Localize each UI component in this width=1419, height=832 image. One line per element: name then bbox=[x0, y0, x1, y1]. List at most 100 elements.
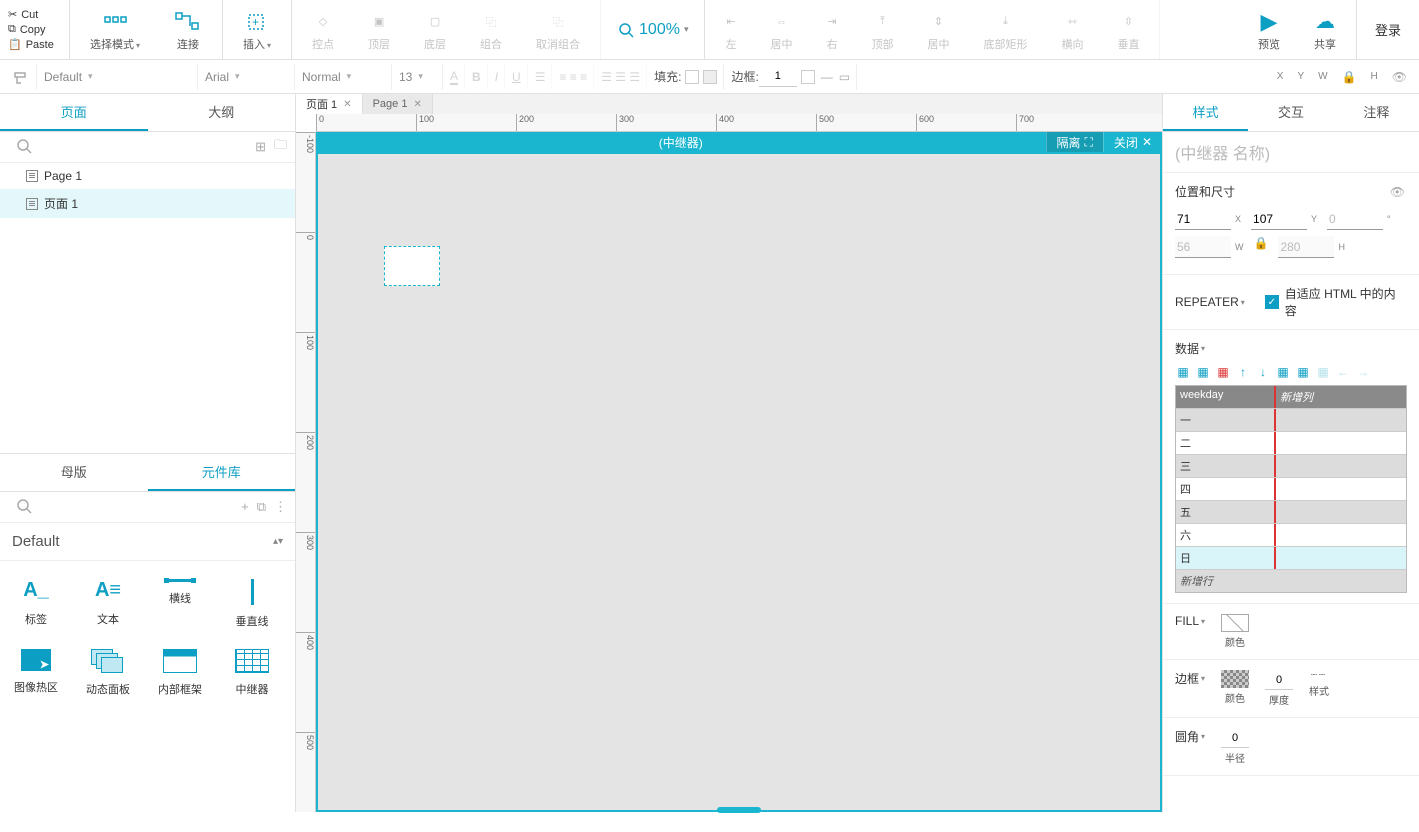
isolate-button[interactable]: 隔离 ⛶ bbox=[1046, 132, 1103, 152]
widget-grid[interactable]: 中继器 bbox=[216, 639, 288, 707]
lib-menu-button[interactable]: ⧉ bbox=[257, 499, 266, 515]
repeater-header[interactable]: REPEATER bbox=[1175, 295, 1245, 309]
data-add-col2-icon[interactable]: ▦ bbox=[1195, 365, 1211, 379]
border-header[interactable]: 边框 bbox=[1175, 670, 1205, 687]
connect-button[interactable]: 连接 bbox=[162, 4, 214, 56]
col-header-add[interactable]: 新增列 bbox=[1276, 386, 1406, 408]
pages-search-input[interactable] bbox=[34, 136, 247, 158]
left-sidebar: 页面 大纲 ⊞ 🗀 Page 1页面 1 母版 元件库 + ⧉ ⋮ bbox=[0, 94, 296, 812]
tab-masters[interactable]: 母版 bbox=[0, 454, 148, 491]
data-up-icon[interactable]: ↑ bbox=[1235, 365, 1251, 379]
lib-header[interactable]: Default▴▾ bbox=[0, 523, 295, 561]
fill-color2-button[interactable] bbox=[703, 70, 717, 84]
paste-button[interactable]: 📋 Paste bbox=[8, 37, 61, 52]
canvas[interactable]: (中继器) 隔离 ⛶ 关闭 ✕ bbox=[316, 132, 1162, 812]
share-button[interactable]: ☁共享 bbox=[1302, 4, 1348, 56]
border-width-input[interactable] bbox=[759, 67, 797, 87]
border-color-button[interactable] bbox=[801, 70, 815, 84]
pages-list: Page 1页面 1 bbox=[0, 163, 295, 218]
col-header-1[interactable]: weekday bbox=[1176, 386, 1276, 408]
page-handle[interactable] bbox=[717, 807, 761, 813]
data-down-icon[interactable]: ↓ bbox=[1255, 365, 1271, 379]
fill-header[interactable]: FILL bbox=[1175, 614, 1205, 628]
insert-button[interactable]: + 插入 bbox=[231, 4, 283, 56]
widgets-search-input[interactable] bbox=[34, 496, 233, 518]
data-row[interactable]: 三 bbox=[1176, 454, 1406, 477]
page-item[interactable]: Page 1 bbox=[0, 163, 295, 189]
tab-style[interactable]: 样式 bbox=[1163, 94, 1248, 131]
align-group: ⇤左 ⇔居中 ⇥右 ⤒顶部 ⇕居中 ⤓底部矩形 ⇿横向 ⇳垂直 bbox=[705, 0, 1160, 59]
cut-button[interactable]: ✂ Cut bbox=[8, 7, 61, 22]
add-folder-button[interactable]: 🗀 bbox=[274, 136, 287, 158]
widget-name-input[interactable]: (中继器 名称) bbox=[1163, 132, 1419, 173]
radius-header[interactable]: 圆角 bbox=[1175, 728, 1205, 745]
data-right-icon[interactable]: → bbox=[1355, 365, 1371, 379]
close-editor-button[interactable]: 关闭 ✕ bbox=[1103, 132, 1162, 152]
data-left-icon[interactable]: ← bbox=[1335, 365, 1351, 379]
fill-color-button[interactable] bbox=[685, 70, 699, 84]
data-row[interactable]: 五 bbox=[1176, 500, 1406, 523]
close-tab-icon[interactable]: ✕ bbox=[343, 99, 351, 110]
paint-format-button[interactable] bbox=[6, 64, 37, 90]
widget-border[interactable]: 内部框架 bbox=[144, 639, 216, 707]
repeater-widget[interactable] bbox=[384, 246, 440, 286]
data-row[interactable]: 二 bbox=[1176, 431, 1406, 454]
data-row[interactable]: 一 bbox=[1176, 408, 1406, 431]
copy-button[interactable]: ⧉ Copy bbox=[8, 22, 61, 37]
data-addrow2-icon[interactable]: ▦ bbox=[1295, 365, 1311, 379]
data-delrow-icon[interactable]: ▦ bbox=[1315, 365, 1331, 379]
widget-AE[interactable]: A≡文本 bbox=[72, 569, 144, 639]
data-del-col-icon[interactable]: ▦ bbox=[1215, 365, 1231, 379]
zoom-control[interactable]: 100%▾ bbox=[601, 0, 705, 59]
login-button[interactable]: 登录 bbox=[1356, 0, 1419, 59]
add-row[interactable]: 新增行 bbox=[1176, 569, 1406, 592]
data-addrow-icon[interactable]: ▦ bbox=[1275, 365, 1291, 379]
ruler-horizontal: 0100200300400500600700 bbox=[316, 114, 1162, 132]
tab-outline[interactable]: 大纲 bbox=[148, 94, 296, 131]
lib-more-button[interactable]: ⋮ bbox=[274, 499, 287, 515]
w-input[interactable] bbox=[1175, 236, 1231, 258]
tab-widgets[interactable]: 元件库 bbox=[148, 454, 296, 491]
add-page-button[interactable]: ⊞ bbox=[255, 139, 266, 155]
tab-pages[interactable]: 页面 bbox=[0, 94, 148, 131]
data-row[interactable]: 日 bbox=[1176, 546, 1406, 569]
border-thick-input[interactable] bbox=[1265, 670, 1293, 690]
border-swatch[interactable] bbox=[1221, 670, 1249, 688]
canvas-body[interactable] bbox=[316, 152, 1162, 812]
data-row[interactable]: 六 bbox=[1176, 523, 1406, 546]
bring-front-button: ▣顶层 bbox=[356, 4, 402, 56]
tab-notes[interactable]: 注释 bbox=[1334, 94, 1419, 131]
canvas-area: 页面 1✕Page 1✕ 0100200300400500600700 -100… bbox=[296, 94, 1162, 812]
close-tab-icon[interactable]: ✕ bbox=[413, 99, 421, 110]
h-input[interactable] bbox=[1278, 236, 1334, 258]
widget-vt[interactable]: 垂直线 bbox=[216, 569, 288, 639]
widget-stack[interactable]: 动态面板 bbox=[72, 639, 144, 707]
doc-tab[interactable]: Page 1✕ bbox=[363, 94, 433, 114]
font-select[interactable]: Arial bbox=[199, 64, 295, 90]
y-input[interactable] bbox=[1251, 208, 1307, 230]
fill-swatch[interactable] bbox=[1221, 614, 1249, 632]
select-mode-button[interactable]: 选择模式 bbox=[78, 4, 152, 56]
tab-interaction[interactable]: 交互 bbox=[1248, 94, 1333, 131]
widget-hot[interactable]: 图像热区 bbox=[0, 639, 72, 707]
search-icon bbox=[16, 498, 34, 516]
x-input[interactable] bbox=[1175, 208, 1231, 230]
data-table[interactable]: weekday 新增列 一二三四五六日 新增行 bbox=[1175, 385, 1407, 593]
preview-button[interactable]: ▶预览 bbox=[1246, 4, 1292, 56]
weight-select[interactable]: Normal bbox=[296, 64, 392, 90]
radius-input[interactable] bbox=[1221, 728, 1249, 748]
doc-tab[interactable]: 页面 1✕ bbox=[296, 94, 363, 114]
coord-display: X Y W🔒 H👁 bbox=[1271, 64, 1413, 90]
fontsize-select[interactable]: 13 bbox=[393, 64, 443, 90]
style-select[interactable]: Default bbox=[38, 64, 198, 90]
data-header[interactable]: 数据 bbox=[1175, 340, 1407, 357]
data-add-col-icon[interactable]: ▦ bbox=[1175, 365, 1191, 379]
widget-A_[interactable]: A_标签 bbox=[0, 569, 72, 639]
fit-html-checkbox[interactable]: ✓自适应 HTML 中的内容 bbox=[1265, 285, 1407, 319]
widgets-search: + ⧉ ⋮ bbox=[0, 492, 295, 523]
rot-input[interactable] bbox=[1327, 208, 1383, 230]
data-row[interactable]: 四 bbox=[1176, 477, 1406, 500]
add-lib-button[interactable]: + bbox=[241, 499, 249, 514]
page-item[interactable]: 页面 1 bbox=[0, 189, 295, 218]
widget-hz[interactable]: 横线 bbox=[144, 569, 216, 639]
